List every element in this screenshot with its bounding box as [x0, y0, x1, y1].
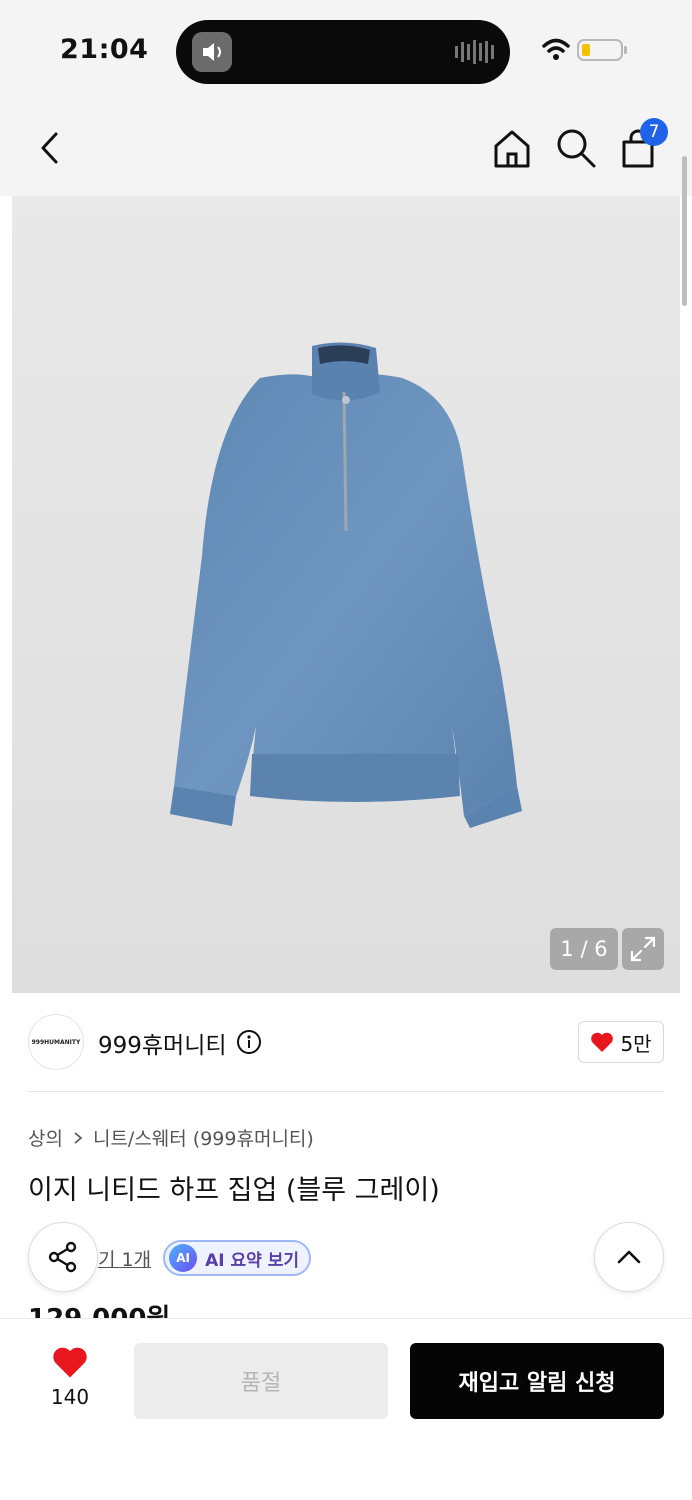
brand-like-count: 5만 — [620, 1031, 652, 1056]
share-button[interactable] — [28, 1222, 98, 1292]
battery-icon — [577, 39, 627, 61]
search-button[interactable] — [552, 124, 600, 172]
chevron-up-icon — [617, 1250, 641, 1264]
sold-out-button: 품절 — [134, 1343, 388, 1419]
breadcrumb-category[interactable]: 상의 — [28, 1124, 63, 1151]
cart-button[interactable]: 7 — [614, 118, 668, 172]
chevron-left-icon — [41, 132, 58, 164]
image-counter: 1 / 6 — [550, 928, 618, 970]
chevron-right-icon — [74, 1131, 83, 1144]
share-icon — [48, 1241, 77, 1273]
cart-count-badge: 7 — [640, 118, 668, 146]
brand-row: 999HUMANITY 999휴머니티 5만 — [28, 1012, 664, 1092]
status-bar: 21:04 — [0, 0, 692, 100]
review-link[interactable]: 기 1개 — [98, 1245, 151, 1272]
product-image-gallery[interactable]: 1 / 6 — [12, 196, 680, 993]
scrollbar-thumb[interactable] — [682, 156, 687, 306]
review-row: 기 1개 AI AI 요약 보기 — [98, 1238, 311, 1278]
ai-summary-label: AI 요약 보기 — [205, 1250, 299, 1271]
breadcrumb-subcategory[interactable]: 니트/스웨터 (999휴머니티) — [93, 1124, 314, 1151]
restock-alert-button[interactable]: 재입고 알림 신청 — [410, 1343, 664, 1419]
audio-waveform-icon — [454, 40, 494, 64]
wishlist-count: 140 — [50, 1385, 90, 1409]
price: 129,000원 — [28, 1302, 170, 1318]
wifi-icon — [542, 38, 570, 60]
back-button[interactable] — [26, 124, 74, 172]
status-time: 21:04 — [60, 34, 149, 65]
status-indicators — [542, 36, 632, 64]
ai-icon: AI — [169, 1244, 198, 1272]
home-button[interactable] — [488, 124, 536, 172]
expand-image-button[interactable] — [622, 928, 664, 970]
heart-filled-icon — [53, 1347, 87, 1378]
brand-like-button[interactable]: 5만 — [578, 1021, 664, 1063]
bottom-action-bar: 140 품절 재입고 알림 신청 — [0, 1318, 692, 1500]
home-icon — [494, 130, 530, 168]
info-icon[interactable] — [236, 1029, 262, 1055]
top-nav: 7 — [0, 100, 692, 196]
ai-summary-button[interactable]: AI AI 요약 보기 — [163, 1240, 311, 1276]
expand-icon — [630, 936, 656, 962]
speaker-icon — [192, 32, 232, 72]
dynamic-island — [176, 20, 510, 84]
brand-logo[interactable]: 999HUMANITY — [28, 1014, 84, 1070]
scroll-to-top-button[interactable] — [594, 1222, 664, 1292]
wishlist-button[interactable]: 140 — [40, 1345, 100, 1415]
brand-name[interactable]: 999휴머니티 — [98, 1026, 227, 1060]
breadcrumb: 상의 니트/스웨터 (999휴머니티) — [28, 1124, 314, 1151]
search-icon — [557, 129, 596, 168]
heart-icon — [591, 1032, 614, 1052]
product-title: 이지 니티드 하프 집업 (블루 그레이) — [28, 1175, 440, 1206]
product-image — [170, 342, 522, 828]
